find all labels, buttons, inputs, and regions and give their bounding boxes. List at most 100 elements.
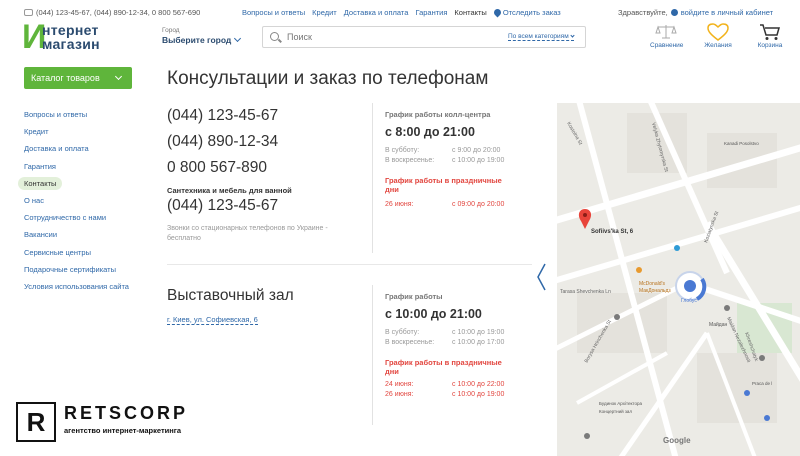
chevron-down-icon <box>570 33 575 38</box>
heart-icon <box>702 22 734 42</box>
sidebar-item-label: Доставка и оплата <box>24 144 89 154</box>
map-poi-label: Kanadi Posolstvo <box>724 141 759 146</box>
compare-button[interactable]: Сравнение <box>650 22 683 49</box>
search-category-label: По всем категориям <box>508 33 569 40</box>
divider <box>372 285 373 425</box>
phone-number[interactable]: (044) 123-45-67 <box>167 103 278 129</box>
top-bar: (044) 123-45-67, (044) 890-12-34, 0 800 … <box>0 0 800 22</box>
map[interactable]: Sofiivs'ka St, 6 McDonald's МакДональдз … <box>557 103 800 456</box>
hall-schedule-title: График работы <box>385 292 443 301</box>
divider <box>372 103 373 253</box>
sidebar-item-warranty[interactable]: Гарантия <box>18 158 129 175</box>
sidebar-item-about[interactable]: О нас <box>18 192 129 209</box>
top-phones: (044) 123-45-67, (044) 890-12-34, 0 800 … <box>24 8 200 17</box>
sidebar-item-cooperation[interactable]: Сотрудничество с нами <box>18 209 129 226</box>
phone-number[interactable]: 0 800 567-890 <box>167 155 278 181</box>
callcenter-schedule: График работы колл-центра с 8:00 до 21:0… <box>385 110 515 208</box>
hall-holiday-title: График работы в праздничные дни <box>385 358 502 376</box>
sidebar-item-credit[interactable]: Кредит <box>18 123 129 140</box>
sidebar-item-service-centers[interactable]: Сервисные центры <box>18 244 129 261</box>
search-category-select[interactable]: По всем категориям <box>508 33 575 41</box>
hall-address-link[interactable]: г. Киев, ул. Софиевская, 6 <box>167 315 258 325</box>
map-poi-label: McDonald's <box>639 281 665 287</box>
sidebar-item-gift-cards[interactable]: Подарочные сертификаты <box>18 261 129 278</box>
watermark-tagline: агентство интернет-маркетинга <box>64 426 182 435</box>
schedule-row: 26 июня: с 10:00 до 19:00 <box>385 391 515 398</box>
sidebar-item-label: Подарочные сертификаты <box>24 264 117 274</box>
schedule-row: 26 июня: с 09:00 до 20:00 <box>385 201 515 208</box>
map-marker-label: Sofiivs'ka St, 6 <box>591 229 634 235</box>
schedule-row: В субботу: с 9:00 до 20:00 <box>385 147 515 154</box>
schedule-time: с 10:00 до 22:00 <box>452 381 505 388</box>
schedule-day: В субботу: <box>385 147 420 154</box>
top-phones-text: (044) 123-45-67, (044) 890-12-34, 0 800 … <box>36 8 201 17</box>
search-bar: По всем категориям <box>262 26 586 48</box>
hall-title: Выставочный зал <box>167 287 294 304</box>
callcenter-hours: с 8:00 до 21:00 <box>385 125 475 139</box>
search-input[interactable] <box>287 30 487 44</box>
schedule-day: 24 июня: <box>385 381 414 388</box>
schedule-day: В воскресенье: <box>385 157 435 164</box>
sidebar-item-delivery[interactable]: Доставка и оплата <box>18 140 129 157</box>
hall-hours: с 10:00 до 21:00 <box>385 307 482 321</box>
catalog-button[interactable]: Каталог товаров <box>24 67 132 89</box>
hall-schedule: График работы с 10:00 до 21:00 В субботу… <box>385 292 515 398</box>
phone-icon <box>24 9 33 16</box>
city-value-row[interactable]: Выберите город <box>162 34 242 45</box>
logo-line2: магазин <box>42 36 100 52</box>
top-nav-delivery[interactable]: Доставка и оплата <box>344 8 409 17</box>
city-selector[interactable]: Город Выберите город <box>162 27 242 45</box>
callcenter-holiday-title: График работы в праздничные дни <box>385 176 502 194</box>
top-nav-faq[interactable]: Вопросы и ответы <box>242 8 305 17</box>
search-icon[interactable] <box>270 32 279 41</box>
watermark-letter: R <box>26 406 46 437</box>
schedule-day: 26 июня: <box>385 201 414 208</box>
top-nav-warranty[interactable]: Гарантия <box>415 8 447 17</box>
callcenter-title: График работы колл-центра <box>385 110 491 119</box>
phone-number[interactable]: (044) 890-12-34 <box>167 129 278 155</box>
map-poi-label: МакДональдз <box>639 288 671 294</box>
sidebar-item-faq[interactable]: Вопросы и ответы <box>18 106 129 123</box>
sidebar-item-label: Условия использования сайта <box>24 281 129 291</box>
sidebar-item-contacts[interactable]: Контакты <box>18 175 129 192</box>
schedule-day: В субботу: <box>385 329 420 336</box>
sidebar-item-label: Вакансии <box>24 230 58 240</box>
top-nav: Вопросы и ответы Кредит Доставка и оплат… <box>242 7 561 18</box>
sidebar-item-vacancies[interactable]: Вакансии <box>18 226 129 243</box>
catalog-button-label: Каталог товаров <box>31 73 100 83</box>
watermark-name: RETSCORP <box>64 403 189 423</box>
greeting-text: Здравствуйте, <box>618 8 668 17</box>
greeting: Здравствуйте, войдите в личный кабинет <box>618 8 773 17</box>
cart-icon <box>754 22 786 42</box>
top-nav-credit[interactable]: Кредит <box>312 8 337 17</box>
schedule-time: с 10:00 до 19:00 <box>452 391 505 398</box>
schedule-time: с 9:00 до 20:00 <box>452 147 501 154</box>
map-canvas: Sofiivs'ka St, 6 McDonald's МакДональдз … <box>557 103 800 456</box>
map-poi-label: Майдан <box>709 321 727 328</box>
sidebar-item-label: Кредит <box>24 127 49 137</box>
schedule-time: с 10:00 до 19:00 <box>452 329 505 336</box>
schedule-time: с 10:00 до 19:00 <box>452 157 505 164</box>
schedule-time: с 10:00 до 17:00 <box>452 339 505 346</box>
plumbing-phone[interactable]: (044) 123-45-67 <box>167 197 278 215</box>
header-icons: Сравнение Желания Корзина <box>650 22 786 49</box>
schedule-day: В воскресенье: <box>385 339 435 346</box>
chevron-left-icon[interactable] <box>536 263 546 291</box>
track-order-link[interactable]: Отследить заказ <box>492 7 561 18</box>
user-icon <box>670 9 678 16</box>
chevron-down-icon <box>234 34 242 43</box>
chevron-down-icon <box>114 72 122 81</box>
cart-button[interactable]: Корзина <box>754 22 786 49</box>
sidebar-item-terms[interactable]: Условия использования сайта <box>18 278 129 295</box>
schedule-day: 26 июня: <box>385 391 414 398</box>
google-logo: Google <box>663 436 691 445</box>
sidebar-menu: Вопросы и ответы Кредит Доставка и оплат… <box>18 106 129 295</box>
retscorp-logo-icon: R <box>16 402 56 442</box>
wishlist-button[interactable]: Желания <box>702 22 734 49</box>
map-street-label: Tarasa Shevchenka Ln <box>560 289 611 295</box>
logo[interactable]: И нтернет магазин <box>22 20 142 54</box>
free-calls-note: Звонки со стационарных телефонов по Укра… <box>167 225 328 242</box>
cabinet-link[interactable]: войдите в личный кабинет <box>681 8 773 17</box>
schedule-row: В воскресенье: с 10:00 до 17:00 <box>385 339 515 346</box>
top-nav-contacts[interactable]: Контакты <box>454 8 486 17</box>
